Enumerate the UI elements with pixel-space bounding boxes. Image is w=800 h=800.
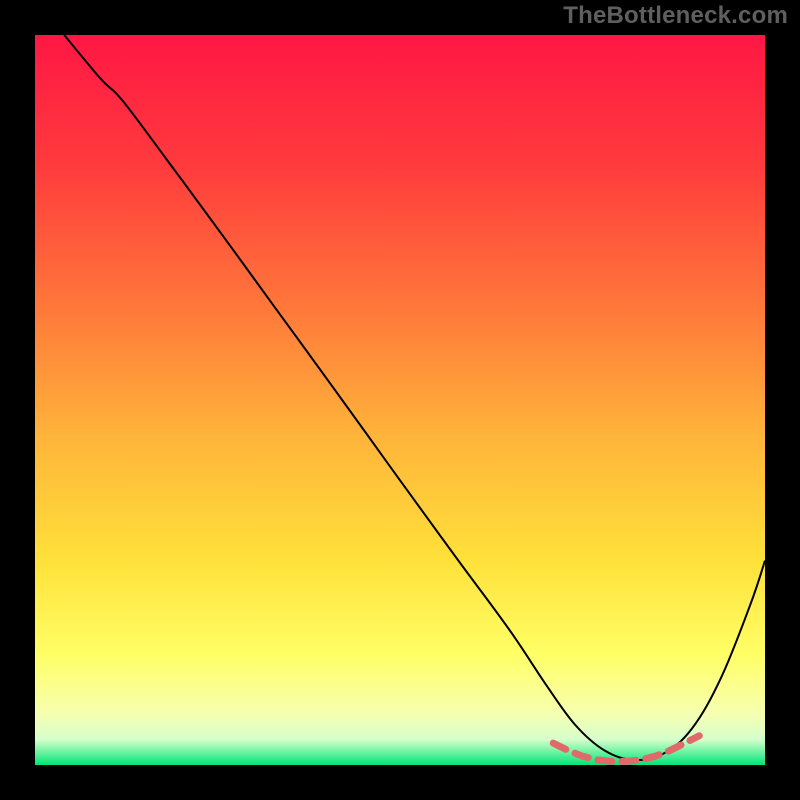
watermark-label: TheBottleneck.com (563, 2, 788, 30)
plot-area (35, 35, 765, 765)
gradient-background (35, 35, 765, 765)
chart-frame: TheBottleneck.com (0, 0, 800, 800)
chart-svg (35, 35, 765, 765)
